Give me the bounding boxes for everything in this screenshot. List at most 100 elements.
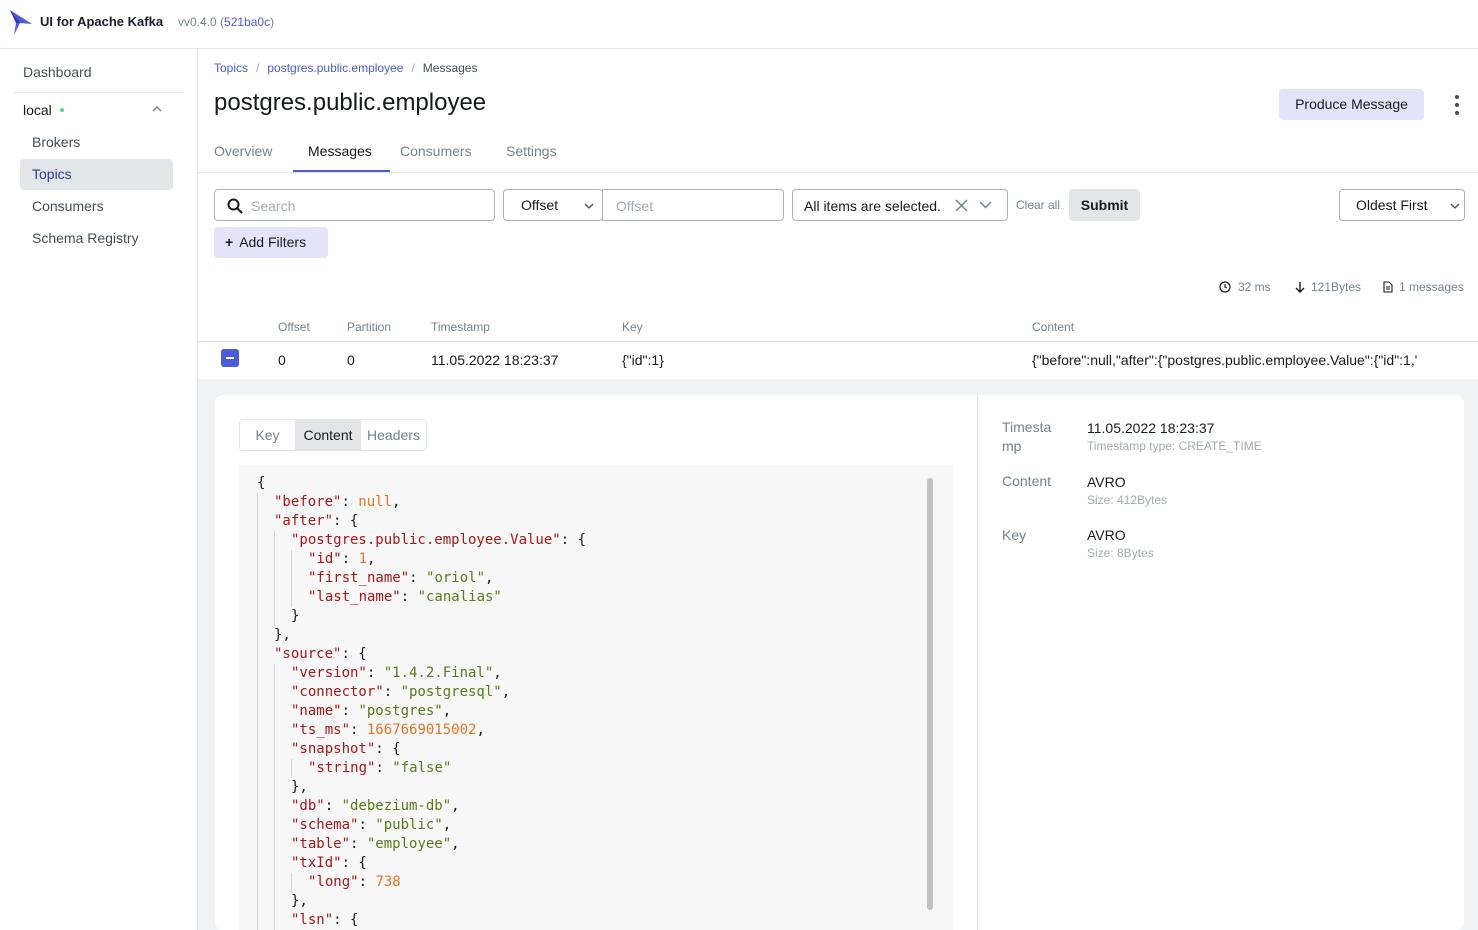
clock-icon — [1219, 281, 1231, 293]
json-line: "last_name": "canalias" — [257, 588, 586, 607]
sort-value: Oldest First — [1356, 197, 1428, 213]
tab-overview[interactable]: Overview — [214, 143, 272, 159]
json-line: "db": "debezium-db", — [257, 797, 586, 816]
json-line: "version": "1.4.2.Final", — [257, 664, 586, 683]
seek-type-select[interactable]: Offset — [503, 189, 603, 221]
meta-key-value: AVRO — [1087, 527, 1126, 543]
messages-consumed: 1 messages — [1399, 280, 1464, 294]
produce-message-button[interactable]: Produce Message — [1279, 89, 1424, 120]
clear-selection-icon[interactable] — [955, 199, 968, 212]
app-brand[interactable]: UI for Apache Kafka — [40, 14, 163, 29]
json-line: "connector": "postgresql", — [257, 683, 586, 702]
meta-content-size: Size: 412Bytes — [1087, 493, 1168, 507]
meta-timestamp-type: Timestamp type: CREATE_TIME — [1087, 439, 1262, 453]
column-header-timestamp: Timestamp — [431, 320, 490, 334]
meta-key-label: Key — [1002, 527, 1027, 543]
cluster-status-dot — [60, 108, 64, 112]
partitions-value: All items are selected. — [804, 198, 941, 214]
row-content[interactable]: {"before":null,"after":{"postgres.public… — [1032, 352, 1417, 368]
json-line: "after": { — [257, 512, 586, 531]
detail-tab-key[interactable]: Key — [239, 419, 296, 451]
sidebar-item-consumers[interactable]: Consumers — [20, 191, 173, 222]
sidebar-item-schema-registry[interactable]: Schema Registry — [20, 223, 173, 254]
sidebar-item-brokers[interactable]: Brokers — [20, 127, 173, 158]
plus-icon: + — [225, 234, 234, 250]
sidebar: Dashboard local Brokers Topics Consumers… — [0, 49, 198, 930]
breadcrumb: Topics / postgres.public.employee / Messages — [214, 61, 478, 75]
json-line: "ts_ms": 1667669015002, — [257, 721, 586, 740]
tab-messages[interactable]: Messages — [308, 143, 372, 159]
collapse-row-button[interactable] — [221, 349, 239, 367]
json-line: "postgres.public.employee.Value": { — [257, 531, 586, 550]
tab-settings[interactable]: Settings — [506, 143, 557, 159]
breadcrumb-current: Messages — [422, 61, 478, 75]
json-viewer[interactable]: {"before": null, "after": {"postgres.publ… — [239, 465, 953, 930]
detail-tab-content[interactable]: Content — [295, 419, 361, 451]
json-line: "txId": { — [257, 854, 586, 873]
elapsed-time: 32 ms — [1238, 280, 1271, 294]
json-line: "long": 738 — [257, 873, 586, 892]
search-placeholder: Search — [251, 198, 296, 214]
app-version: vv0.4.0 (521ba0c) — [178, 15, 275, 29]
chevron-down-icon[interactable] — [979, 201, 992, 209]
json-line: "source": { — [257, 645, 586, 664]
json-line: "snapshot": { — [257, 740, 586, 759]
meta-key-size: Size: 8Bytes — [1087, 546, 1154, 560]
json-line: "first_name": "oriol", — [257, 569, 586, 588]
sidebar-divider — [14, 92, 184, 93]
search-icon — [227, 198, 243, 214]
column-header-key: Key — [622, 320, 643, 334]
version-hash-link[interactable]: 521ba0c — [224, 15, 270, 29]
arrow-down-icon — [1295, 282, 1305, 293]
detail-tab-headers[interactable]: Headers — [360, 419, 427, 451]
top-nav: UI for Apache Kafka vv0.4.0 (521ba0c) — [0, 0, 1478, 49]
json-line: }, — [257, 892, 586, 911]
bytes-consumed: 121Bytes — [1311, 280, 1362, 294]
chevron-up-icon[interactable] — [152, 105, 162, 113]
row-key: {"id":1} — [622, 352, 664, 368]
json-line: } — [257, 607, 586, 626]
meta-timestamp-label: Timestamp — [1002, 419, 1052, 454]
breadcrumb-topic[interactable]: postgres.public.employee — [267, 61, 403, 75]
clear-all-button[interactable]: Clear all — [1016, 198, 1060, 212]
row-timestamp: 11.05.2022 18:23:37 — [431, 352, 559, 368]
more-options-icon[interactable] — [1450, 94, 1464, 116]
meta-timestamp-value: 11.05.2022 18:23:37 — [1087, 420, 1215, 436]
chevron-down-icon — [1450, 203, 1460, 209]
active-tab-indicator — [293, 170, 390, 172]
meta-content-label: Content — [1002, 473, 1052, 489]
cluster-name[interactable]: local — [23, 102, 52, 118]
offset-input[interactable]: Offset — [602, 189, 784, 221]
row-partition: 0 — [347, 352, 355, 368]
sort-select[interactable]: Oldest First — [1339, 189, 1465, 221]
scrollbar[interactable] — [927, 478, 933, 910]
json-line: }, — [257, 778, 586, 797]
submit-button[interactable]: Submit — [1069, 189, 1140, 221]
json-line: }, — [257, 626, 586, 645]
add-filters-button[interactable]: + Add Filters — [214, 227, 328, 258]
column-header-content: Content — [1032, 320, 1075, 334]
seek-type-value: Offset — [521, 197, 559, 213]
row-offset: 0 — [278, 352, 286, 368]
topic-tabs: Overview Messages Consumers Settings — [198, 133, 1478, 173]
meta-content-value: AVRO — [1087, 474, 1126, 490]
breadcrumb-topics[interactable]: Topics — [214, 61, 248, 75]
json-line: "name": "postgres", — [257, 702, 586, 721]
json-line: { — [257, 475, 266, 491]
partitions-select[interactable]: All items are selected. — [792, 189, 1008, 221]
json-line: "id": 1, — [257, 550, 586, 569]
file-icon — [1383, 281, 1393, 293]
json-line: "schema": "public", — [257, 816, 586, 835]
page-title: postgres.public.employee — [214, 89, 487, 116]
card-divider — [977, 395, 978, 930]
kafka-logo-icon[interactable] — [8, 8, 34, 36]
tab-consumers[interactable]: Consumers — [400, 143, 472, 159]
sidebar-item-dashboard[interactable]: Dashboard — [23, 64, 92, 80]
search-input[interactable]: Search — [214, 189, 495, 221]
sidebar-item-topics[interactable]: Topics — [20, 159, 173, 190]
json-line: "table": "employee", — [257, 835, 586, 854]
row-divider — [198, 341, 1478, 342]
json-content: {"before": null, "after": {"postgres.publ… — [257, 474, 586, 930]
chevron-down-icon — [584, 203, 594, 209]
column-header-offset: Offset — [278, 320, 310, 334]
